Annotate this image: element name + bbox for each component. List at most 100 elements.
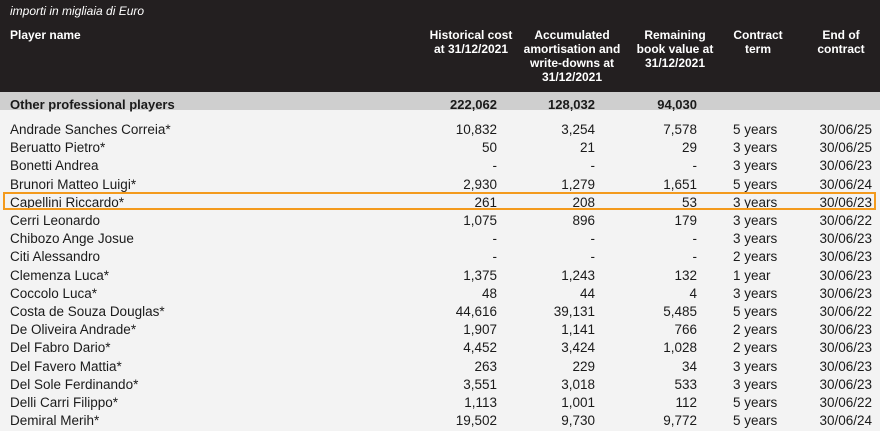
cell-end: 30/06/23 xyxy=(819,267,872,283)
cell-remain: 112 xyxy=(675,395,697,410)
cell-remain: 766 xyxy=(674,322,697,338)
cell-hist: - xyxy=(492,231,498,247)
cell-name: Cerri Leonardo xyxy=(10,213,101,228)
cell-term: 5 years xyxy=(733,176,778,192)
cell-end: 30/06/25 xyxy=(819,140,872,156)
cell-end: 30/06/23 xyxy=(819,285,872,301)
cell-term: 3 years xyxy=(733,231,778,247)
table-row: Chibozo Ange Josue - - - 3 years 30/06/23 xyxy=(0,230,880,248)
cell-term: 5 years xyxy=(733,122,778,137)
cell-hist: 1,113 xyxy=(464,395,497,410)
cell-name: Andrade Sanches Correia* xyxy=(10,122,171,137)
summary-row: Other professional players 222,062 128,0… xyxy=(0,92,880,112)
cell-term: 5 years xyxy=(733,304,778,319)
table-row: Cerri Leonardo 1,075 896 179 3 years 30/06/22 xyxy=(0,212,880,230)
table-row: Del Favero Mattia* 263 229 34 3 years 30/06/2… xyxy=(0,358,880,376)
cell-term: 2 years xyxy=(733,322,778,338)
table-row: Del Sole Ferdinando* 3,551 3,018 533 3 years… xyxy=(0,376,880,394)
cell-name: Bonetti Andrea xyxy=(10,158,99,174)
cell-hist: 261 xyxy=(474,194,497,210)
cell-term: 3 years xyxy=(733,194,778,210)
table-row: Bonetti Andrea - - - 3 years 30/06/23 xyxy=(0,157,880,175)
cell-remain: 132 xyxy=(674,267,697,283)
cell-term: 5 years xyxy=(733,413,778,429)
cell-remain: 4 xyxy=(689,285,697,301)
cell-remain: 29 xyxy=(681,140,697,156)
table-row: Delli Carri Filippo* 1,113 1,001 112 5 years… xyxy=(0,394,880,412)
cell-hist: 50 xyxy=(481,140,497,156)
table-row: De Oliveira Andrade* 1,907 1,141 766 2 years… xyxy=(0,321,880,339)
cell-accum: 1,279 xyxy=(561,176,595,192)
table-row: Capellini Riccardo* 261 208 53 3 years 30/06/… xyxy=(0,194,880,212)
cell-name: Citi Alessandro xyxy=(10,249,101,265)
cell-hist: 2,930 xyxy=(463,176,497,192)
table-row: Clemenza Luca* 1,375 1,243 132 1 year 30/06/2… xyxy=(0,267,880,285)
cell-term: 3 years xyxy=(733,213,778,228)
cell-remain: 53 xyxy=(681,194,697,210)
table-page: importi in migliaia di Euro Player name … xyxy=(0,0,880,431)
table-header: importi in migliaia di Euro Player name … xyxy=(0,0,880,92)
summary-historical-cost: 222,062 xyxy=(450,97,497,112)
cell-accum: 1,141 xyxy=(561,322,595,338)
cell-name: De Oliveira Andrade* xyxy=(10,322,137,338)
cell-hist: - xyxy=(492,158,498,174)
cell-remain: 7,578 xyxy=(663,122,697,137)
cell-name: Clemenza Luca* xyxy=(10,267,110,283)
cell-hist: 3,551 xyxy=(463,376,497,392)
cell-hist: 4,452 xyxy=(463,340,497,356)
cell-end: 30/06/25 xyxy=(819,122,872,137)
cell-hist: 1,075 xyxy=(463,213,497,228)
table-row: Brunori Matteo Luigi* 2,930 1,279 1,651 5 ye… xyxy=(0,176,880,194)
cell-remain: - xyxy=(692,231,698,247)
cell-remain: 533 xyxy=(674,376,697,392)
cell-name: Delli Carri Filippo* xyxy=(10,395,119,410)
cell-remain: 34 xyxy=(681,358,697,374)
cell-accum: 1,243 xyxy=(561,267,595,283)
cell-hist: 44,616 xyxy=(455,304,497,319)
table-row: Del Fabro Dario* 4,452 3,424 1,028 2 years 30… xyxy=(0,339,880,357)
cell-name: Coccolo Luca* xyxy=(10,285,98,301)
cell-accum: 1,001 xyxy=(561,395,595,410)
cell-end: 30/06/22 xyxy=(819,395,872,410)
cell-name: Del Fabro Dario* xyxy=(10,340,111,356)
cell-remain: 9,772 xyxy=(663,413,697,429)
cell-name: Del Sole Ferdinando* xyxy=(10,376,139,392)
header-historical-cost: Historical cost at 31/12/2021 xyxy=(429,28,513,56)
cell-accum: 21 xyxy=(579,140,595,156)
cell-hist: - xyxy=(492,249,498,265)
table-row: Coccolo Luca* 48 44 4 3 years 30/06/23 xyxy=(0,285,880,303)
cell-end: 30/06/23 xyxy=(819,231,872,247)
cell-term: 3 years xyxy=(733,140,778,156)
cell-name: Brunori Matteo Luigi* xyxy=(10,176,137,192)
cell-end: 30/06/24 xyxy=(819,413,872,429)
cell-hist: 1,907 xyxy=(463,322,497,338)
cell-name: Costa de Souza Douglas* xyxy=(10,304,165,319)
unit-note: importi in migliaia di Euro xyxy=(10,4,145,18)
cell-term: 2 years xyxy=(733,340,778,356)
cell-remain: 1,028 xyxy=(663,340,697,356)
header-remaining: Remaining book value at 31/12/2021 xyxy=(636,28,714,70)
cell-hist: 1,375 xyxy=(463,267,497,283)
cell-end: 30/06/23 xyxy=(819,376,872,392)
cell-hist: 19,502 xyxy=(455,413,497,429)
cell-hist: 48 xyxy=(481,285,497,301)
cell-end: 30/06/23 xyxy=(819,322,872,338)
cell-end: 30/06/23 xyxy=(819,340,872,356)
cell-end: 30/06/24 xyxy=(819,176,872,192)
cell-end: 30/06/23 xyxy=(819,194,872,210)
cell-accum: 3,424 xyxy=(561,340,595,356)
cell-end: 30/06/22 xyxy=(819,213,872,228)
cell-end: 30/06/22 xyxy=(819,304,872,319)
cell-accum: - xyxy=(590,249,596,265)
cell-remain: - xyxy=(692,158,698,174)
cell-accum: 39,131 xyxy=(553,304,595,319)
cell-accum: 3,254 xyxy=(561,122,595,137)
cell-accum: 44 xyxy=(579,285,595,301)
cell-end: 30/06/23 xyxy=(819,249,872,265)
summary-accumulated: 128,032 xyxy=(548,97,595,112)
cell-hist: 263 xyxy=(474,358,497,374)
cell-name: Del Favero Mattia* xyxy=(10,358,122,374)
cell-remain: - xyxy=(692,249,698,265)
cell-name: Chibozo Ange Josue xyxy=(10,231,134,247)
table-row: Citi Alessandro - - - 2 years 30/06/23 xyxy=(0,248,880,266)
